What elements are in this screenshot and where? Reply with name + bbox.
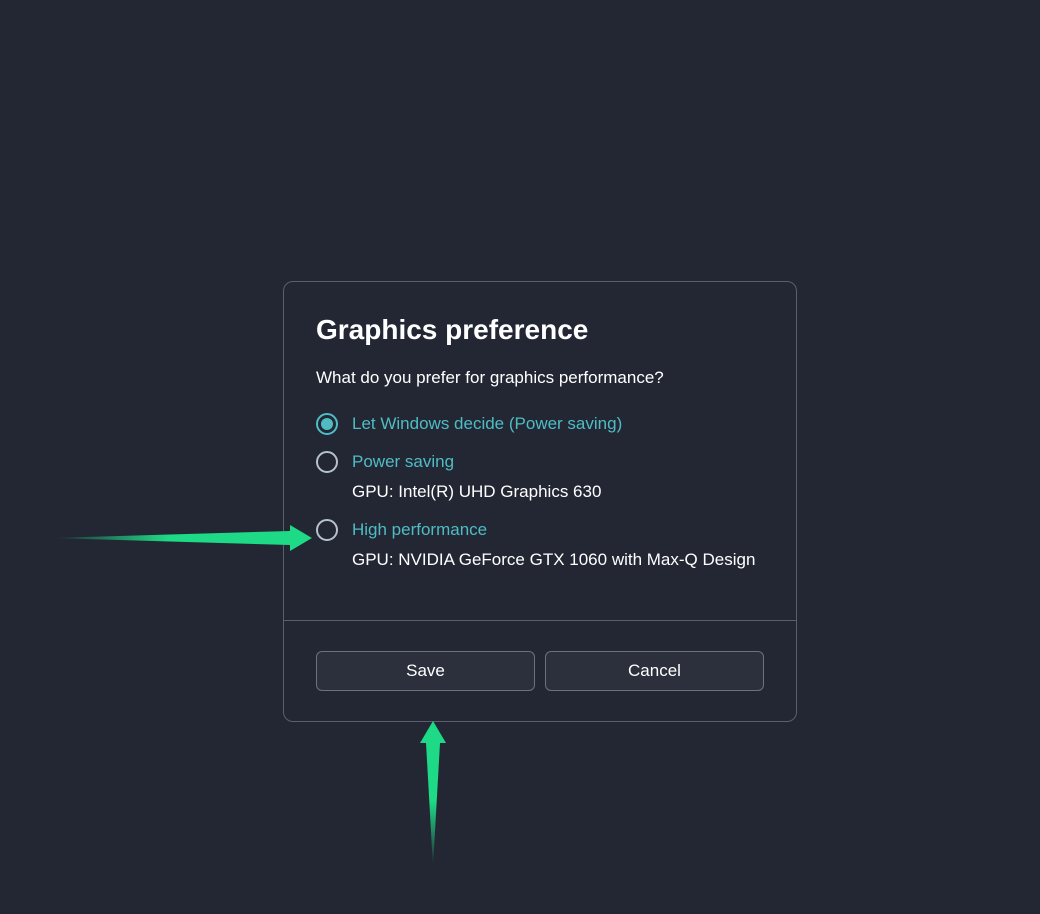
dialog-question: What do you prefer for graphics performa… bbox=[316, 368, 764, 388]
option-label: Power saving bbox=[352, 450, 601, 474]
option-sublabel: GPU: Intel(R) UHD Graphics 630 bbox=[352, 480, 601, 504]
option-group: Let Windows decide (Power saving) Power … bbox=[316, 412, 764, 572]
dialog-body: Graphics preference What do you prefer f… bbox=[284, 282, 796, 620]
cancel-button[interactable]: Cancel bbox=[545, 651, 764, 691]
annotation-arrow-right-icon bbox=[50, 525, 315, 555]
option-label: High performance bbox=[352, 518, 755, 542]
graphics-preference-dialog: Graphics preference What do you prefer f… bbox=[283, 281, 797, 722]
annotation-arrow-up-icon bbox=[418, 719, 448, 869]
radio-icon bbox=[316, 451, 338, 473]
dialog-footer: Save Cancel bbox=[284, 620, 796, 721]
radio-icon bbox=[316, 413, 338, 435]
option-texts: Power saving GPU: Intel(R) UHD Graphics … bbox=[352, 450, 601, 504]
dialog-title: Graphics preference bbox=[316, 314, 764, 346]
option-label: Let Windows decide (Power saving) bbox=[352, 412, 622, 436]
option-power-saving[interactable]: Power saving GPU: Intel(R) UHD Graphics … bbox=[316, 450, 764, 504]
save-button[interactable]: Save bbox=[316, 651, 535, 691]
option-texts: High performance GPU: NVIDIA GeForce GTX… bbox=[352, 518, 755, 572]
radio-icon bbox=[316, 519, 338, 541]
option-texts: Let Windows decide (Power saving) bbox=[352, 412, 622, 436]
option-let-windows-decide[interactable]: Let Windows decide (Power saving) bbox=[316, 412, 764, 436]
option-high-performance[interactable]: High performance GPU: NVIDIA GeForce GTX… bbox=[316, 518, 764, 572]
option-sublabel: GPU: NVIDIA GeForce GTX 1060 with Max-Q … bbox=[352, 548, 755, 572]
